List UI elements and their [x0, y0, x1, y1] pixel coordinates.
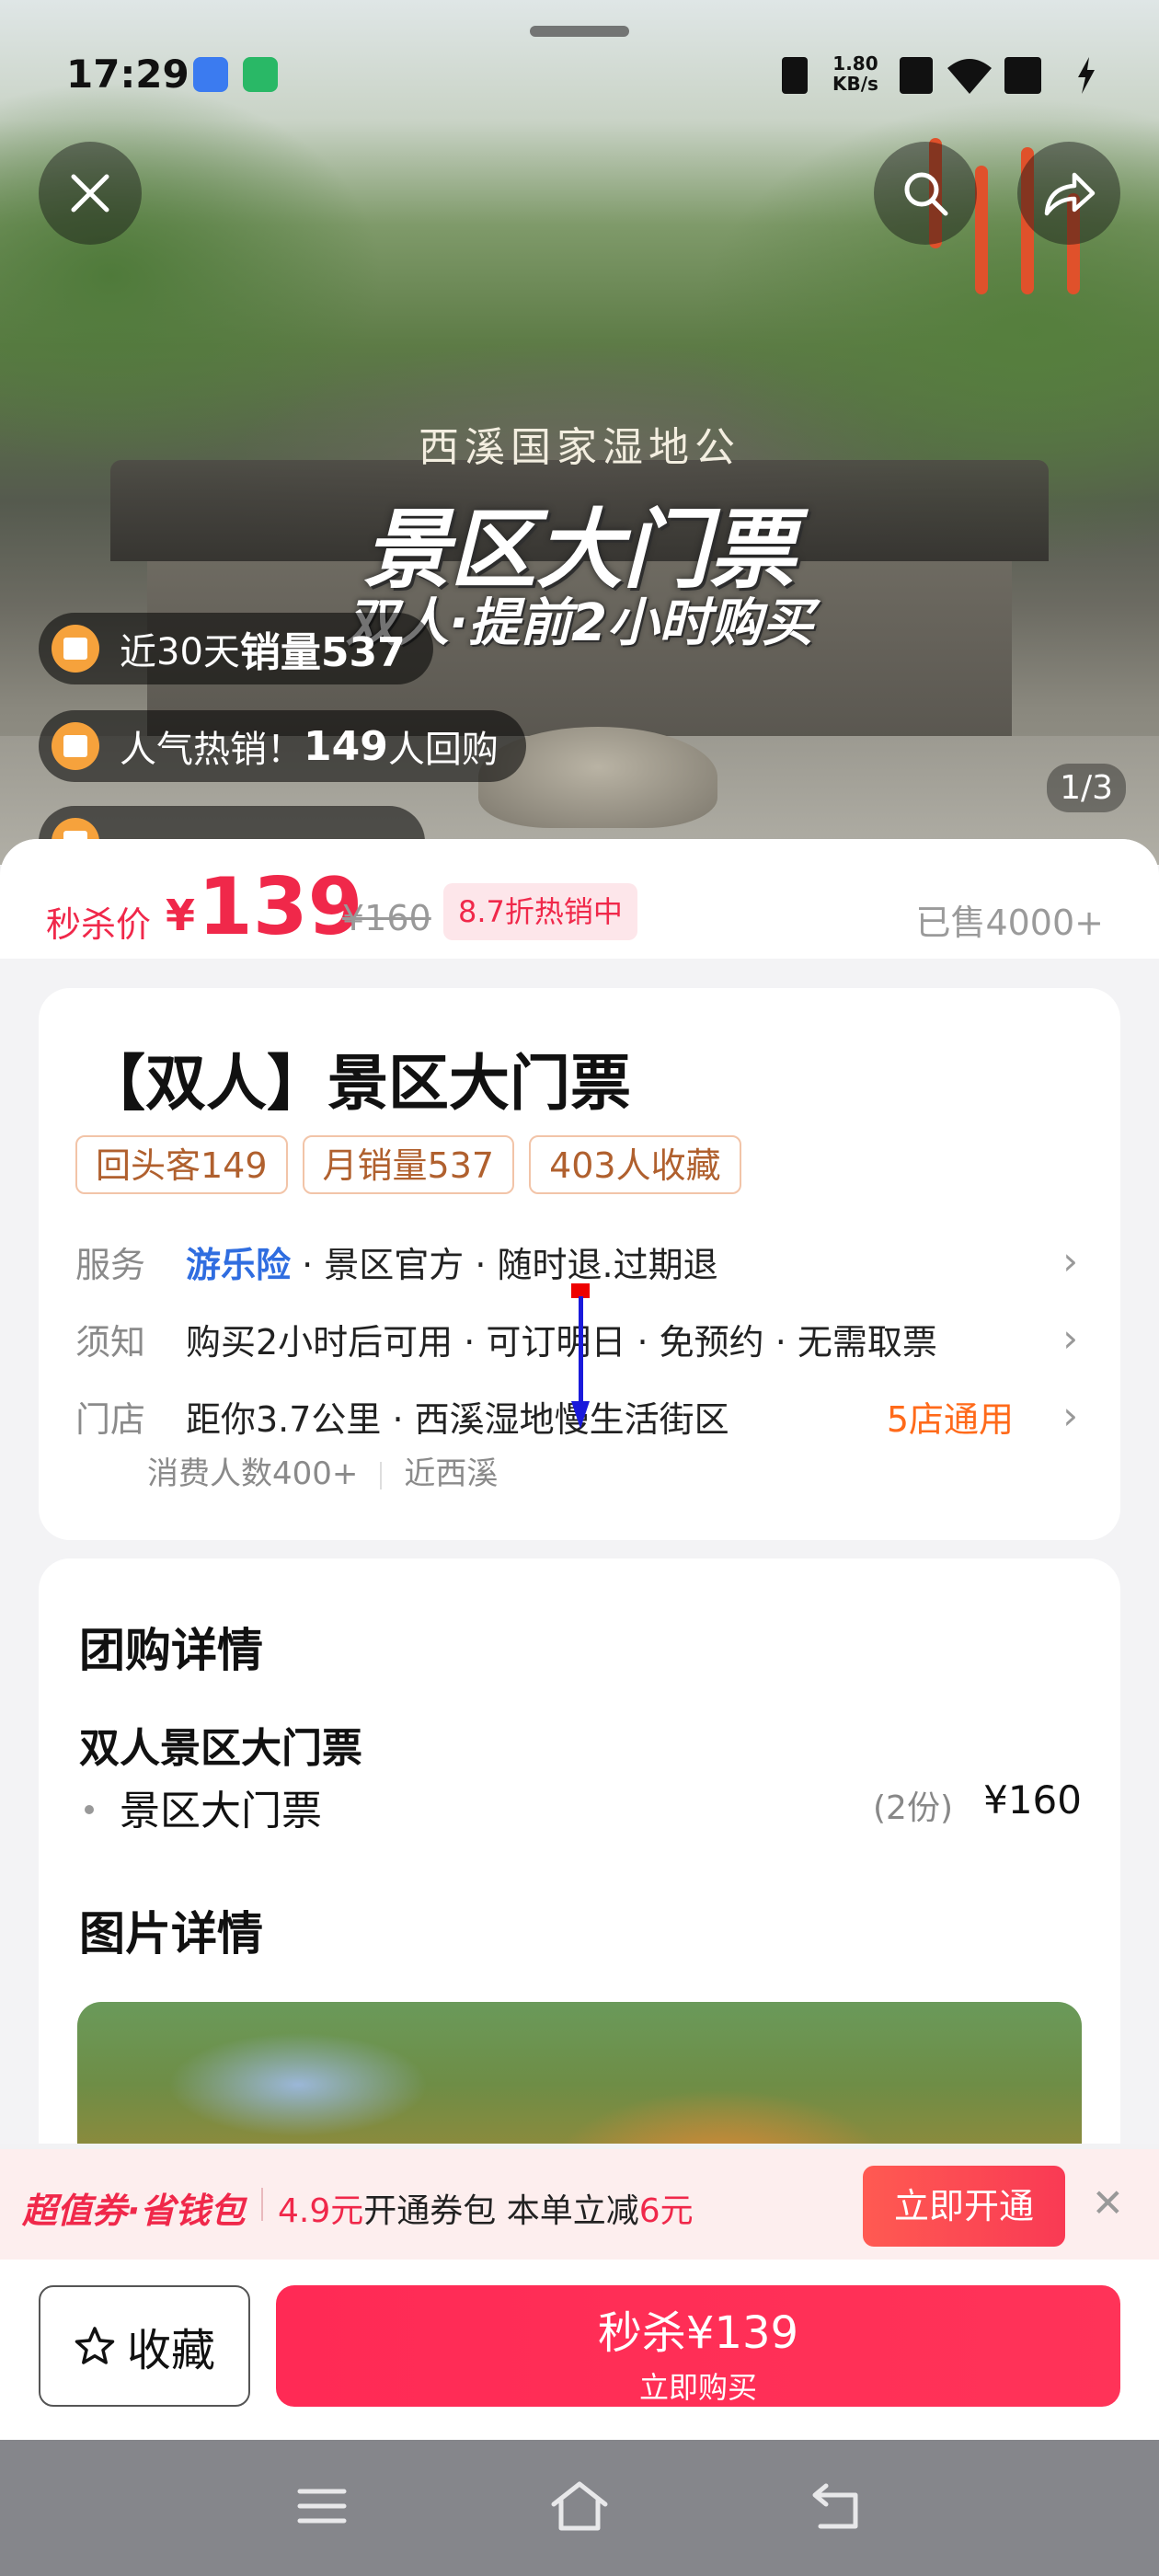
- app-notification-icon: [193, 57, 228, 92]
- close-icon[interactable]: ✕: [1092, 2180, 1124, 2225]
- hero-image[interactable]: 西溪国家湿地公 景区大门票 双人·提前2小时购买 17:29 1.80 KB/s…: [0, 0, 1159, 865]
- store-subinfo: 消费人数400+ 近西溪: [147, 1448, 498, 1493]
- status-time: 17:29: [66, 52, 189, 97]
- open-coupon-button[interactable]: 立即开通: [863, 2166, 1065, 2247]
- coupon-brand: 超值券·省钱包: [22, 2191, 246, 2231]
- back-icon[interactable]: [809, 2480, 865, 2536]
- close-icon: [71, 174, 109, 213]
- image-pager: 1/3: [1047, 764, 1126, 812]
- tag-monthly-sales: 月销量537: [302, 1135, 515, 1194]
- sales-pill: 近30天 销量537: [39, 613, 433, 684]
- home-icon[interactable]: [548, 2480, 611, 2536]
- price-currency: ¥: [166, 891, 196, 940]
- vibrate-icon: [782, 57, 808, 94]
- share-icon: [1044, 172, 1096, 216]
- swipe-arrow: [571, 1283, 590, 1429]
- star-icon: [75, 2327, 115, 2364]
- product-tags: 回头客149 月销量537 403人收藏: [75, 1135, 756, 1194]
- discount-badge: 8.7折热销中: [443, 883, 637, 940]
- store-value: 距你3.7公里 · 西溪湿地慢生活街区: [186, 1399, 729, 1440]
- buy-action-label: 立即购买: [638, 2370, 757, 2405]
- network-speed: 1.80 KB/s: [832, 52, 878, 95]
- favorite-button[interactable]: 收藏: [39, 2285, 250, 2407]
- notice-value: 购买2小时后可用 · 可订明日 · 免预约 · 无需取票: [186, 1322, 937, 1363]
- deal-details-heading: 团购详情: [79, 1624, 263, 1677]
- status-bar: 17:29 1.80 KB/s: [0, 37, 1159, 110]
- package-item: 景区大门票 (2份) ¥160: [79, 1777, 1082, 1836]
- notice-key: 须知: [75, 1322, 146, 1363]
- item-qty: (2份): [873, 1789, 953, 1827]
- sim-icon: [900, 57, 933, 94]
- coupon-text: 4.9元开通券包 本单立减6元: [278, 2192, 694, 2230]
- close-button[interactable]: [39, 142, 142, 245]
- bottom-action-bar: 收藏 秒杀¥139 立即购买: [0, 2260, 1159, 2440]
- image-details-heading: 图片详情: [79, 1907, 263, 1961]
- service-value: 游乐险 · 景区官方 · 随时退.过期退: [186, 1245, 718, 1285]
- coupon-banner: 超值券·省钱包 4.9元开通券包 本单立减6元 立即开通 ✕: [0, 2149, 1159, 2260]
- search-icon: [904, 172, 948, 216]
- tag-returning: 回头客149: [75, 1135, 288, 1194]
- chevron-right-icon: ›: [1062, 1238, 1078, 1283]
- store-area: 近西溪: [404, 1455, 499, 1492]
- app-notification-icon-2: [243, 57, 278, 92]
- shopping-bag-icon: [52, 625, 99, 673]
- search-button[interactable]: [874, 142, 977, 245]
- item-price: ¥160: [983, 1777, 1082, 1823]
- deal-details-card: 团购详情 双人景区大门票 景区大门票 (2份) ¥160 图片详情: [39, 1558, 1120, 2144]
- charging-icon: [1076, 57, 1096, 98]
- park-sign: 西溪国家湿地公: [419, 424, 740, 471]
- item-name: 景区大门票: [120, 1788, 322, 1834]
- package-name: 双人景区大门票: [79, 1725, 362, 1772]
- price-value: 139: [198, 861, 363, 953]
- chevron-right-icon: ›: [1062, 1316, 1078, 1361]
- store-count: 5店通用: [886, 1399, 1014, 1440]
- battery-icon: [1004, 57, 1041, 94]
- repurchase-pill: 人气热销！ 149 人回购: [39, 710, 526, 782]
- price-row: 秒杀价 ¥ 139 ¥160 8.7折热销中 已售4000+: [0, 839, 1159, 959]
- store-key: 门店: [75, 1399, 146, 1440]
- tag-favorites: 403人收藏: [529, 1135, 741, 1194]
- chevron-right-icon: ›: [1062, 1393, 1078, 1438]
- price-label: 秒杀价: [46, 904, 152, 945]
- product-sheet: 秒杀价 ¥ 139 ¥160 8.7折热销中 已售4000+ 【双人】景区大门票…: [0, 839, 1159, 2144]
- wifi-icon: [946, 55, 993, 99]
- sold-count: 已售4000+: [915, 903, 1104, 943]
- original-price: ¥160: [342, 898, 431, 938]
- shopping-bag-icon: [52, 722, 99, 770]
- product-title: 【双人】景区大门票: [85, 1048, 631, 1119]
- buy-price-label: 秒杀¥139: [597, 2307, 799, 2359]
- consumer-count: 消费人数400+: [147, 1455, 359, 1492]
- service-key: 服务: [75, 1245, 146, 1285]
- drag-handle[interactable]: [530, 26, 629, 37]
- detail-photo[interactable]: [77, 2002, 1082, 2144]
- system-nav-bar: [0, 2440, 1159, 2576]
- share-button[interactable]: [1017, 142, 1120, 245]
- menu-icon[interactable]: [296, 2480, 348, 2536]
- buy-now-button[interactable]: 秒杀¥139 立即购买: [276, 2285, 1120, 2407]
